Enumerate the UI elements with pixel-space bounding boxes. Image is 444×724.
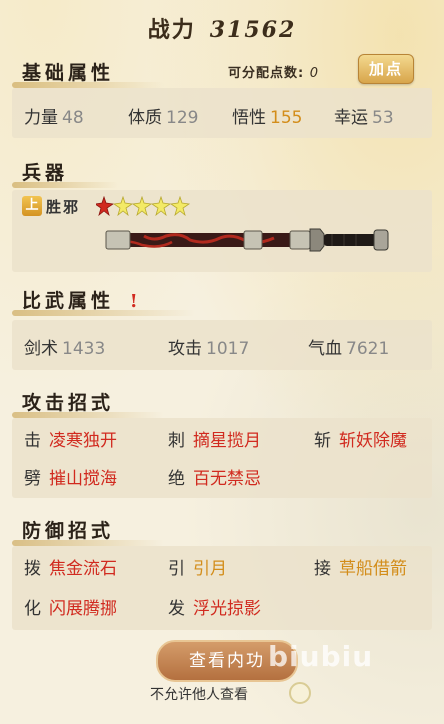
star-filled-icon	[96, 196, 115, 216]
star-empty-icon	[112, 196, 134, 216]
move-item[interactable]: 拨焦金流石	[24, 554, 117, 579]
sword-icon	[105, 228, 389, 252]
move-type: 接	[314, 559, 331, 579]
combat-power-value: 31562	[209, 17, 297, 43]
stat-value: 1017	[206, 339, 250, 359]
combat-stats-panel: 剑术 1433 攻击 1017 气血 7621	[12, 320, 432, 370]
assignable-points: 可分配点数: 0	[228, 62, 319, 81]
move-name: 百无禁忌	[193, 469, 261, 489]
basic-stats-panel: 力量 48 体质 129 悟性 155 幸运 53	[12, 88, 432, 138]
stat-value: 1433	[62, 339, 106, 359]
basic-attributes-title: 基础属性	[12, 60, 165, 88]
combat-attributes-title: 比武属性 !	[12, 288, 195, 316]
move-name: 闪展腾挪	[49, 599, 117, 619]
move-type: 发	[168, 599, 185, 619]
combat-attributes-label: 比武属性	[22, 290, 115, 312]
stat-comprehension: 悟性 155	[232, 103, 302, 128]
move-name: 凌寒独开	[49, 431, 117, 451]
move-item[interactable]: 发浮光掠影	[168, 594, 261, 619]
star-empty-icon	[150, 196, 172, 216]
stat-value: 48	[62, 108, 84, 128]
stat-label: 攻击	[168, 339, 202, 359]
move-type: 绝	[168, 469, 185, 489]
move-type: 斩	[314, 431, 331, 451]
move-item[interactable]: 化闪展腾挪	[24, 594, 117, 619]
defense-moves-title: 防御招式	[12, 518, 165, 546]
stat-label: 幸运	[334, 108, 368, 128]
move-type: 劈	[24, 469, 41, 489]
move-type: 化	[24, 599, 41, 619]
move-name: 摧山搅海	[49, 469, 117, 489]
add-points-button[interactable]: 加点	[358, 54, 414, 84]
stat-value: 155	[270, 108, 303, 128]
move-type: 引	[168, 559, 185, 579]
stat-value: 129	[166, 108, 199, 128]
move-item[interactable]: 绝百无禁忌	[168, 464, 261, 489]
attack-moves-title: 攻击招式	[12, 390, 165, 418]
stat-hp: 气血 7621	[308, 334, 389, 359]
weapon-grade-badge: 上	[22, 196, 42, 216]
assignable-points-label: 可分配点数:	[228, 66, 305, 81]
attack-moves-panel: 击凌寒独开 刺摘星揽月 斩斩妖除魔 劈摧山搅海 绝百无禁忌	[12, 418, 432, 498]
stat-value: 7621	[346, 339, 390, 359]
move-item[interactable]: 刺摘星揽月	[168, 426, 261, 451]
alert-icon[interactable]: !	[127, 291, 145, 313]
stat-label: 力量	[24, 108, 58, 128]
move-name: 引月	[193, 559, 227, 579]
defense-moves-panel: 拨焦金流石 引引月 接草船借箭 化闪展腾挪 发浮光掠影	[12, 546, 432, 630]
stat-label: 体质	[128, 108, 162, 128]
move-type: 拨	[24, 559, 41, 579]
move-type: 击	[24, 431, 41, 451]
move-name: 斩妖除魔	[339, 431, 407, 451]
weapon-stars	[96, 196, 191, 216]
star-empty-icon	[169, 196, 191, 216]
watermark: biubiu	[268, 640, 374, 673]
assignable-points-value: 0	[309, 66, 320, 81]
deny-others-view-toggle[interactable]	[289, 682, 311, 704]
weapon-title: 兵器	[12, 160, 119, 188]
combat-power: 战力 31562	[0, 12, 444, 44]
stat-label: 悟性	[232, 108, 266, 128]
star-empty-icon	[131, 196, 153, 216]
deny-others-view-label: 不允许他人查看	[150, 687, 248, 703]
stat-attack: 攻击 1017	[168, 334, 249, 359]
combat-power-label: 战力	[147, 18, 196, 43]
stat-strength: 力量 48	[24, 103, 84, 128]
stat-label: 气血	[308, 339, 342, 359]
stat-luck: 幸运 53	[334, 103, 394, 128]
stat-label: 剑术	[24, 339, 58, 359]
move-item[interactable]: 斩斩妖除魔	[314, 426, 407, 451]
move-name: 摘星揽月	[193, 431, 261, 451]
move-item[interactable]: 接草船借箭	[314, 554, 407, 579]
move-item[interactable]: 劈摧山搅海	[24, 464, 117, 489]
move-name: 浮光掠影	[193, 599, 261, 619]
stat-constitution: 体质 129	[128, 103, 198, 128]
weapon-name: 胜邪	[46, 198, 81, 216]
stat-value: 53	[372, 108, 394, 128]
stat-swordsmanship: 剑术 1433	[24, 334, 105, 359]
move-name: 焦金流石	[49, 559, 117, 579]
move-type: 刺	[168, 431, 185, 451]
weapon-panel[interactable]: 上 胜邪	[12, 190, 432, 272]
move-item[interactable]: 击凌寒独开	[24, 426, 117, 451]
move-item[interactable]: 引引月	[168, 554, 227, 579]
move-name: 草船借箭	[339, 559, 407, 579]
